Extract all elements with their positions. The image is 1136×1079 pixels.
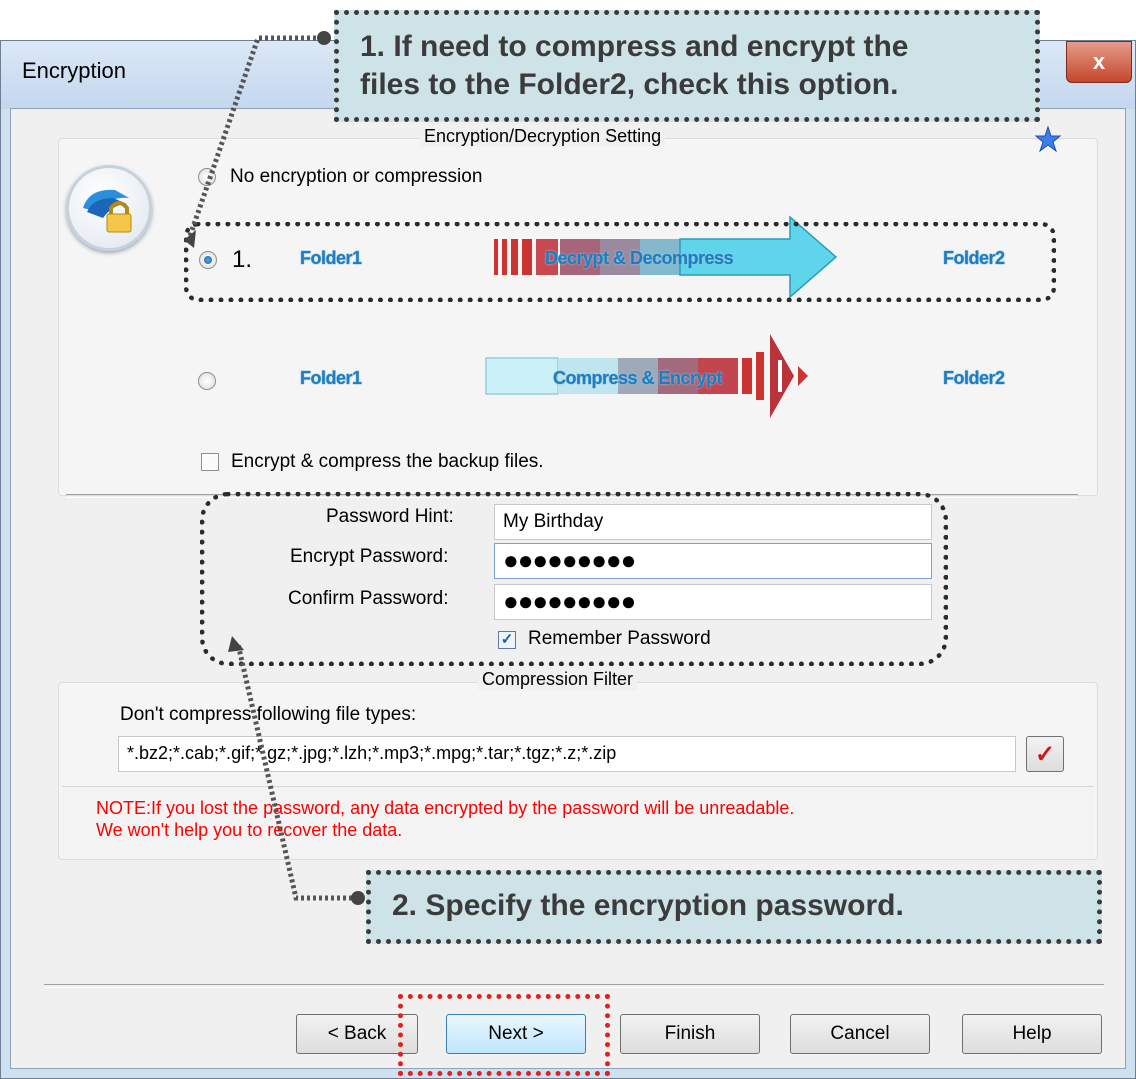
callout-connectors: [184, 31, 365, 905]
